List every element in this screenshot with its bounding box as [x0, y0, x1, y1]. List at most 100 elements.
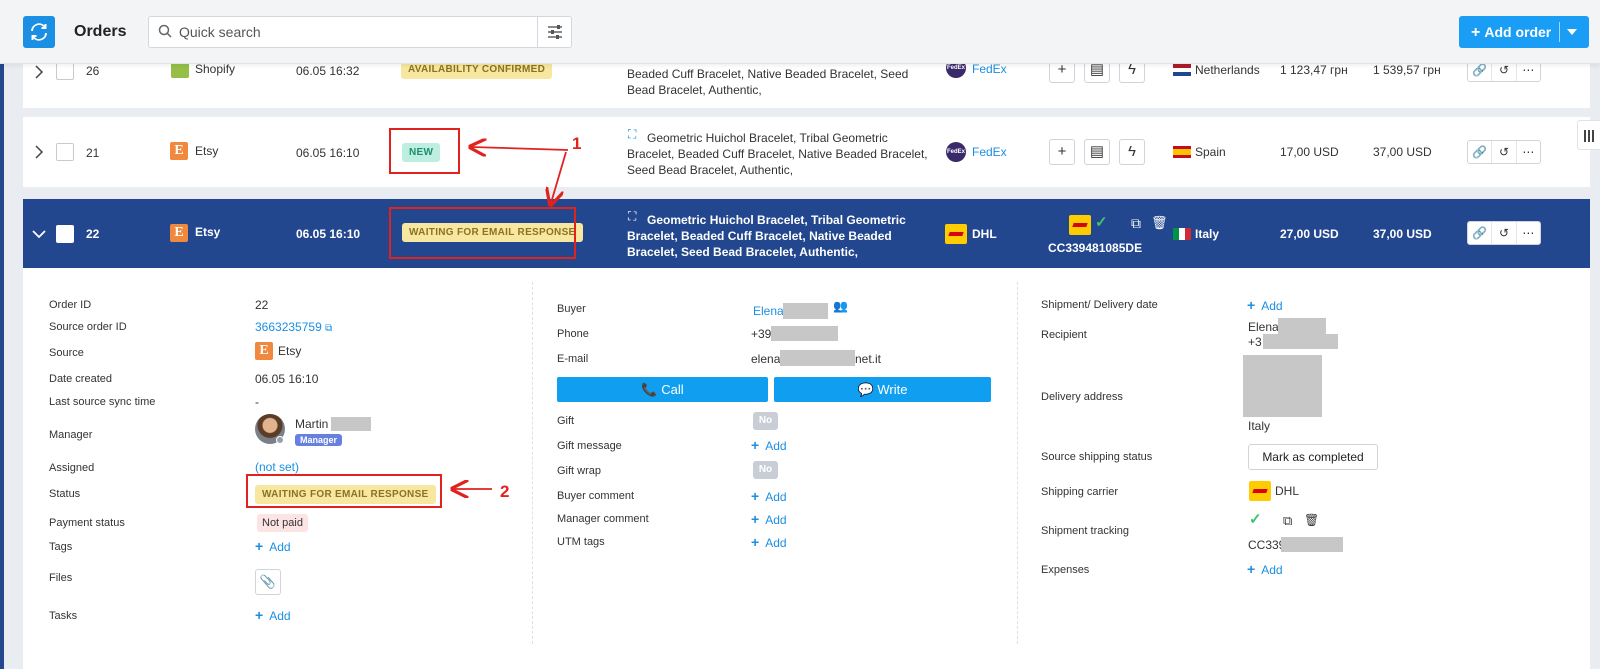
add-gift-message-button[interactable]: + Add — [751, 437, 787, 453]
order-date: 06.05 16:10 — [296, 146, 360, 160]
user-check-icon[interactable]: ✓ — [1095, 213, 1108, 231]
link-icon[interactable]: 🔗 — [1468, 141, 1493, 163]
order-detail-panel: Order ID 22 Source order ID 3663235759 ⧉… — [23, 268, 1590, 669]
refresh-logo-icon[interactable] — [23, 16, 55, 48]
order-date: 06.05 16:32 — [296, 64, 360, 78]
trash-icon[interactable]: 🗑 — [1151, 215, 1168, 231]
search-icon — [158, 24, 172, 38]
copy-icon[interactable]: ⧉ — [1283, 513, 1292, 529]
add-buyer-comment-label: Add — [765, 490, 787, 504]
country: Netherlands — [1195, 63, 1260, 77]
quick-search — [148, 16, 572, 48]
plus-icon: + — [255, 538, 264, 554]
expenses-label: Expenses — [1041, 564, 1090, 576]
row-checkbox[interactable] — [56, 225, 74, 243]
add-expense-button[interactable]: + Add — [1247, 561, 1283, 577]
gift-message-label: Gift message — [557, 440, 622, 452]
document-icon[interactable]: ▤ — [1084, 139, 1110, 165]
column-settings-icon[interactable] — [1577, 120, 1600, 150]
source-order-id-text: 3663235759 — [255, 320, 322, 334]
add-buyer-comment-button[interactable]: + Add — [751, 488, 787, 504]
filter-sliders-icon[interactable] — [537, 17, 571, 47]
dhl-logo-icon — [1249, 481, 1271, 501]
files-label: Files — [49, 572, 73, 584]
history-icon[interactable]: ↺ — [1492, 222, 1517, 244]
gift-toggle[interactable]: No — [753, 412, 778, 430]
price-total: 1 539,57 грн — [1373, 63, 1441, 77]
chevron-down-icon[interactable] — [31, 226, 47, 242]
add-order-button[interactable]: + Add order — [1459, 16, 1589, 48]
phone-icon: 📞 — [641, 382, 658, 397]
add-tag-button[interactable]: + Add — [255, 538, 291, 554]
annotation-number-1: 1 — [572, 134, 582, 153]
plus-icon: + — [1471, 24, 1481, 41]
chevron-right-icon[interactable] — [31, 64, 47, 80]
link-icon[interactable]: 🔗 — [1468, 222, 1493, 244]
user-check-icon[interactable]: ✓ — [1249, 510, 1262, 528]
carrier-name[interactable]: DHL — [972, 227, 997, 241]
plus-icon: + — [255, 607, 264, 623]
buyer-comment-label: Buyer comment — [557, 490, 635, 502]
page-title: Orders — [74, 23, 127, 40]
source-order-id-link[interactable]: 3663235759 ⧉ — [255, 320, 332, 334]
add-manager-comment-button[interactable]: + Add — [751, 511, 787, 527]
tracking-number[interactable]: CC339481085DE — [1048, 241, 1142, 255]
carrier-name[interactable]: FedEx — [972, 62, 1007, 76]
status-label: Status — [49, 488, 81, 500]
lightning-icon[interactable]: ϟ — [1119, 139, 1145, 165]
tasks-label: Tasks — [49, 610, 78, 622]
order-id-value: 22 — [255, 298, 269, 312]
add-delivery-date-button[interactable]: + Add — [1247, 297, 1283, 313]
annotation-box-detail-status — [246, 474, 442, 508]
chevron-right-icon[interactable] — [31, 144, 47, 160]
trash-icon[interactable]: 🗑 — [1304, 513, 1319, 527]
users-icon[interactable]: 👥 — [833, 299, 848, 313]
plus-icon: + — [751, 437, 760, 453]
gift-wrap-label: Gift wrap — [557, 465, 602, 477]
search-input[interactable] — [179, 17, 529, 47]
redacted-block — [331, 417, 371, 431]
tracking-number[interactable]: CC339 — [1248, 538, 1285, 552]
add-gift-message-label: Add — [765, 439, 787, 453]
fedex-logo-icon: FedEx — [946, 142, 966, 162]
add-button[interactable]: + — [1049, 139, 1075, 165]
email-label: E-mail — [557, 353, 589, 365]
country: Spain — [1195, 145, 1226, 159]
write-button[interactable]: 💬 Write — [774, 377, 991, 402]
carrier-name[interactable]: FedEx — [972, 145, 1007, 159]
italy-flag-icon — [1173, 228, 1191, 240]
dhl-logo-icon — [945, 224, 967, 244]
call-button[interactable]: 📞 Call — [557, 377, 768, 402]
order-row-21[interactable]: 21 E Etsy 06.05 16:10 NEW ⛶ Geometric Hu… — [23, 117, 1590, 187]
order-date: 06.05 16:10 — [296, 227, 361, 241]
more-icon[interactable]: ⋯ — [1517, 141, 1540, 163]
gift-wrap-toggle[interactable]: No — [753, 461, 778, 479]
redacted-block — [1281, 537, 1343, 552]
buyer-name[interactable]: Elena — [753, 304, 784, 318]
price-total: 37,00 USD — [1373, 145, 1432, 159]
order-id-label: Order ID — [49, 299, 92, 311]
source-label: Source — [49, 347, 84, 359]
caret-down-icon[interactable] — [1567, 29, 1577, 35]
top-bar: Orders +Add order — [0, 0, 1600, 64]
history-icon[interactable]: ↺ — [1492, 141, 1517, 163]
row-checkbox[interactable] — [56, 62, 74, 80]
shipping-carrier-value: DHL — [1275, 484, 1300, 498]
add-manager-comment-label: Add — [765, 513, 787, 527]
row-checkbox[interactable] — [56, 143, 74, 161]
assigned-label: Assigned — [49, 462, 95, 474]
spain-flag-icon — [1173, 146, 1191, 158]
source-order-id-label: Source order ID — [49, 321, 127, 333]
price-cost: 17,00 USD — [1280, 145, 1339, 159]
add-task-button[interactable]: + Add — [255, 607, 291, 623]
assigned-value[interactable]: (not set) — [255, 460, 299, 474]
order-row-26[interactable]: 26 Shopify 06.05 16:32 AVAILABILITY CONF… — [23, 57, 1590, 108]
mark-as-completed-button[interactable]: Mark as completed — [1248, 444, 1378, 470]
order-row-22[interactable]: 22 E Etsy 06.05 16:10 WAITING FOR EMAIL … — [23, 199, 1590, 268]
attach-file-icon[interactable]: 📎 — [255, 569, 281, 595]
write-label: Write — [877, 382, 908, 397]
add-utm-tags-button[interactable]: + Add — [751, 534, 787, 550]
redacted-block — [1263, 334, 1338, 349]
more-icon[interactable]: ⋯ — [1517, 222, 1540, 244]
copy-icon[interactable]: ⧉ — [1131, 215, 1141, 232]
